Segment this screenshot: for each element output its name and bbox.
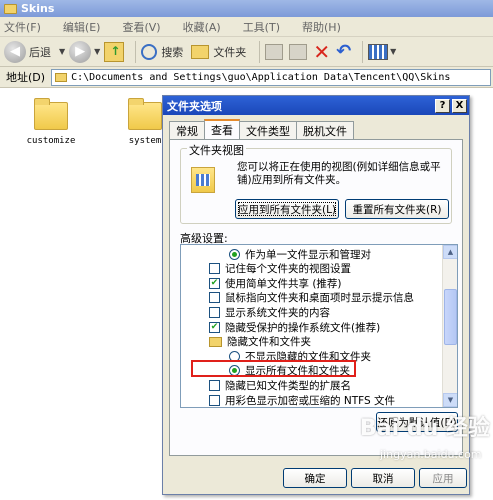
help-button[interactable]: ? bbox=[435, 98, 450, 113]
folder-views-group: 文件夹视图 您可以将正在使用的视图(例如详细信息或平铺)应用到所有文件夹。 应用… bbox=[180, 142, 452, 224]
folder-icon bbox=[128, 98, 162, 130]
tab-general[interactable]: 常规 bbox=[169, 121, 205, 139]
ok-button[interactable]: 确定 bbox=[283, 468, 347, 488]
dialog-tabs: 常规 查看 文件类型 脱机文件 bbox=[169, 119, 354, 139]
annotation-highlight-box bbox=[191, 360, 356, 377]
setting-label: 使用简单文件共享 (推荐) bbox=[225, 277, 342, 290]
setting-label: 隐藏文件和文件夹 bbox=[227, 336, 311, 349]
folder-view-icon bbox=[191, 167, 215, 193]
setting-label: 记住每个文件夹的视图设置 bbox=[225, 263, 351, 276]
back-button[interactable]: ◀ 后退 bbox=[4, 40, 51, 63]
checkbox-icon[interactable] bbox=[209, 263, 220, 275]
setting-row[interactable]: 隐藏已知文件类型的扩展名 bbox=[209, 378, 351, 392]
forward-dropdown-icon[interactable]: ▼ bbox=[94, 47, 100, 56]
delete-icon[interactable]: ✕ bbox=[313, 40, 330, 64]
menu-edit[interactable]: 编辑(E) bbox=[63, 19, 101, 35]
folder-icon bbox=[4, 3, 17, 14]
up-folder-icon[interactable]: ↑ bbox=[104, 41, 125, 62]
folders-icon bbox=[191, 44, 210, 59]
advanced-settings-list[interactable]: 用彩色显示加密或压缩的 NTFS 文件 隐藏已知文件类型的扩展名 显示所有文件和文件… bbox=[180, 244, 458, 408]
file-name: system bbox=[128, 136, 162, 146]
setting-row[interactable]: 鼠标指向文件夹和桌面项时显示提示信息 bbox=[209, 291, 414, 305]
views-dropdown-icon[interactable]: ▼ bbox=[390, 47, 396, 56]
scroll-up-icon[interactable]: ▲ bbox=[443, 245, 457, 259]
view-tab-panel: 文件夹视图 您可以将正在使用的视图(例如详细信息或平铺)应用到所有文件夹。 应用… bbox=[169, 139, 463, 456]
folder-icon bbox=[209, 336, 222, 347]
toolbar-separator bbox=[259, 40, 261, 63]
setting-label: 隐藏受保护的操作系统文件(推荐) bbox=[225, 321, 381, 334]
file-item-customize[interactable]: customize bbox=[16, 98, 86, 146]
forward-arrow-icon[interactable]: ▶ bbox=[69, 40, 92, 63]
window-titlebar: Skins bbox=[0, 0, 493, 17]
tab-offline-files[interactable]: 脱机文件 bbox=[296, 121, 354, 139]
toolbar-separator bbox=[135, 40, 137, 63]
setting-label: 鼠标指向文件夹和桌面项时显示提示信息 bbox=[225, 292, 414, 305]
menu-view[interactable]: 查看(V) bbox=[122, 19, 160, 35]
checkbox-icon[interactable] bbox=[209, 292, 220, 304]
setting-label: 显示系统文件夹的内容 bbox=[225, 306, 330, 319]
undo-icon[interactable]: ↶ bbox=[336, 41, 351, 62]
back-arrow-icon: ◀ bbox=[4, 40, 26, 63]
checkbox-icon[interactable] bbox=[209, 394, 220, 406]
move-to-icon[interactable] bbox=[265, 43, 284, 60]
cancel-button[interactable]: 取消 bbox=[351, 468, 415, 488]
apply-to-all-folders-button[interactable]: 应用到所有文件夹(L) bbox=[235, 199, 339, 219]
checkbox-icon[interactable] bbox=[209, 379, 220, 391]
folder-views-label: 文件夹视图 bbox=[187, 142, 246, 158]
setting-label: 隐藏已知文件类型的扩展名 bbox=[225, 379, 351, 392]
setting-row[interactable]: ✔ 使用简单文件共享 (推荐) bbox=[209, 276, 342, 290]
setting-row[interactable]: 显示系统文件夹的内容 bbox=[209, 305, 330, 319]
menu-bar: 文件(F) 编辑(E) 查看(V) 收藏(A) 工具(T) 帮助(H) bbox=[0, 17, 493, 37]
checkbox-icon[interactable] bbox=[209, 306, 220, 318]
search-icon bbox=[141, 43, 158, 60]
folders-label: 文件夹 bbox=[213, 45, 247, 59]
copy-to-icon[interactable] bbox=[289, 43, 308, 60]
address-input[interactable]: C:\Documents and Settings\guo\Applicatio… bbox=[51, 68, 491, 86]
menu-help[interactable]: 帮助(H) bbox=[302, 19, 341, 35]
menu-favorites[interactable]: 收藏(A) bbox=[183, 19, 221, 35]
toolbar: ◀ 后退 ▼ ▶ ▼ ↑ 搜索 文件夹 ✕ ↶ ▼ bbox=[0, 37, 493, 67]
close-button[interactable]: X bbox=[452, 98, 467, 113]
setting-label: 用彩色显示加密或压缩的 NTFS 文件 bbox=[225, 394, 395, 407]
checkbox-checked-icon[interactable]: ✔ bbox=[209, 321, 220, 333]
setting-row[interactable]: 隐藏文件和文件夹 bbox=[209, 335, 311, 349]
back-label: 后退 bbox=[29, 45, 51, 59]
toolbar-separator bbox=[362, 40, 364, 63]
file-name: customize bbox=[26, 136, 76, 146]
folders-button[interactable]: 文件夹 bbox=[191, 44, 246, 60]
folder-icon bbox=[34, 98, 68, 130]
dialog-title: 文件夹选项 bbox=[167, 99, 222, 113]
checkbox-checked-icon[interactable]: ✔ bbox=[209, 277, 220, 289]
back-dropdown-icon[interactable]: ▼ bbox=[59, 47, 65, 56]
address-bar: 地址(D) C:\Documents and Settings\guo\Appl… bbox=[0, 67, 493, 88]
folder-views-description: 您可以将正在使用的视图(例如详细信息或平铺)应用到所有文件夹。 bbox=[237, 161, 441, 186]
reset-all-folders-button[interactable]: 重置所有文件夹(R) bbox=[345, 199, 449, 219]
setting-row[interactable]: ✔ 隐藏受保护的操作系统文件(推荐) bbox=[209, 320, 380, 334]
folder-icon bbox=[55, 72, 68, 82]
settings-scrollbar[interactable]: ▲ ▼ bbox=[442, 245, 457, 407]
apply-button[interactable]: 应用 bbox=[419, 468, 467, 488]
setting-label: 作为单一文件显示和管理对 bbox=[245, 248, 371, 261]
tab-view[interactable]: 查看 bbox=[204, 119, 240, 139]
scroll-down-icon[interactable]: ▼ bbox=[443, 393, 457, 407]
dialog-titlebar: 文件夹选项 ? X bbox=[163, 96, 469, 115]
address-path: C:\Documents and Settings\guo\Applicatio… bbox=[71, 71, 451, 83]
search-button[interactable]: 搜索 bbox=[141, 43, 184, 60]
menu-file[interactable]: 文件(F) bbox=[4, 19, 41, 35]
radio-selected-icon[interactable] bbox=[229, 248, 240, 260]
views-icon[interactable] bbox=[368, 43, 389, 60]
watermark-logo: Bai du 经验 bbox=[360, 416, 490, 441]
tab-file-types[interactable]: 文件类型 bbox=[239, 121, 297, 139]
watermark-url: jingyan.baidu.com bbox=[380, 448, 482, 461]
setting-row[interactable]: 作为单一文件显示和管理对 bbox=[229, 247, 371, 261]
setting-row[interactable]: 记住每个文件夹的视图设置 bbox=[209, 262, 351, 276]
menu-tools[interactable]: 工具(T) bbox=[243, 19, 280, 35]
address-label: 地址(D) bbox=[6, 71, 46, 84]
scroll-thumb[interactable] bbox=[444, 289, 457, 345]
search-label: 搜索 bbox=[161, 45, 184, 59]
setting-row[interactable]: 用彩色显示加密或压缩的 NTFS 文件 bbox=[209, 393, 395, 407]
window-title: Skins bbox=[21, 2, 55, 15]
